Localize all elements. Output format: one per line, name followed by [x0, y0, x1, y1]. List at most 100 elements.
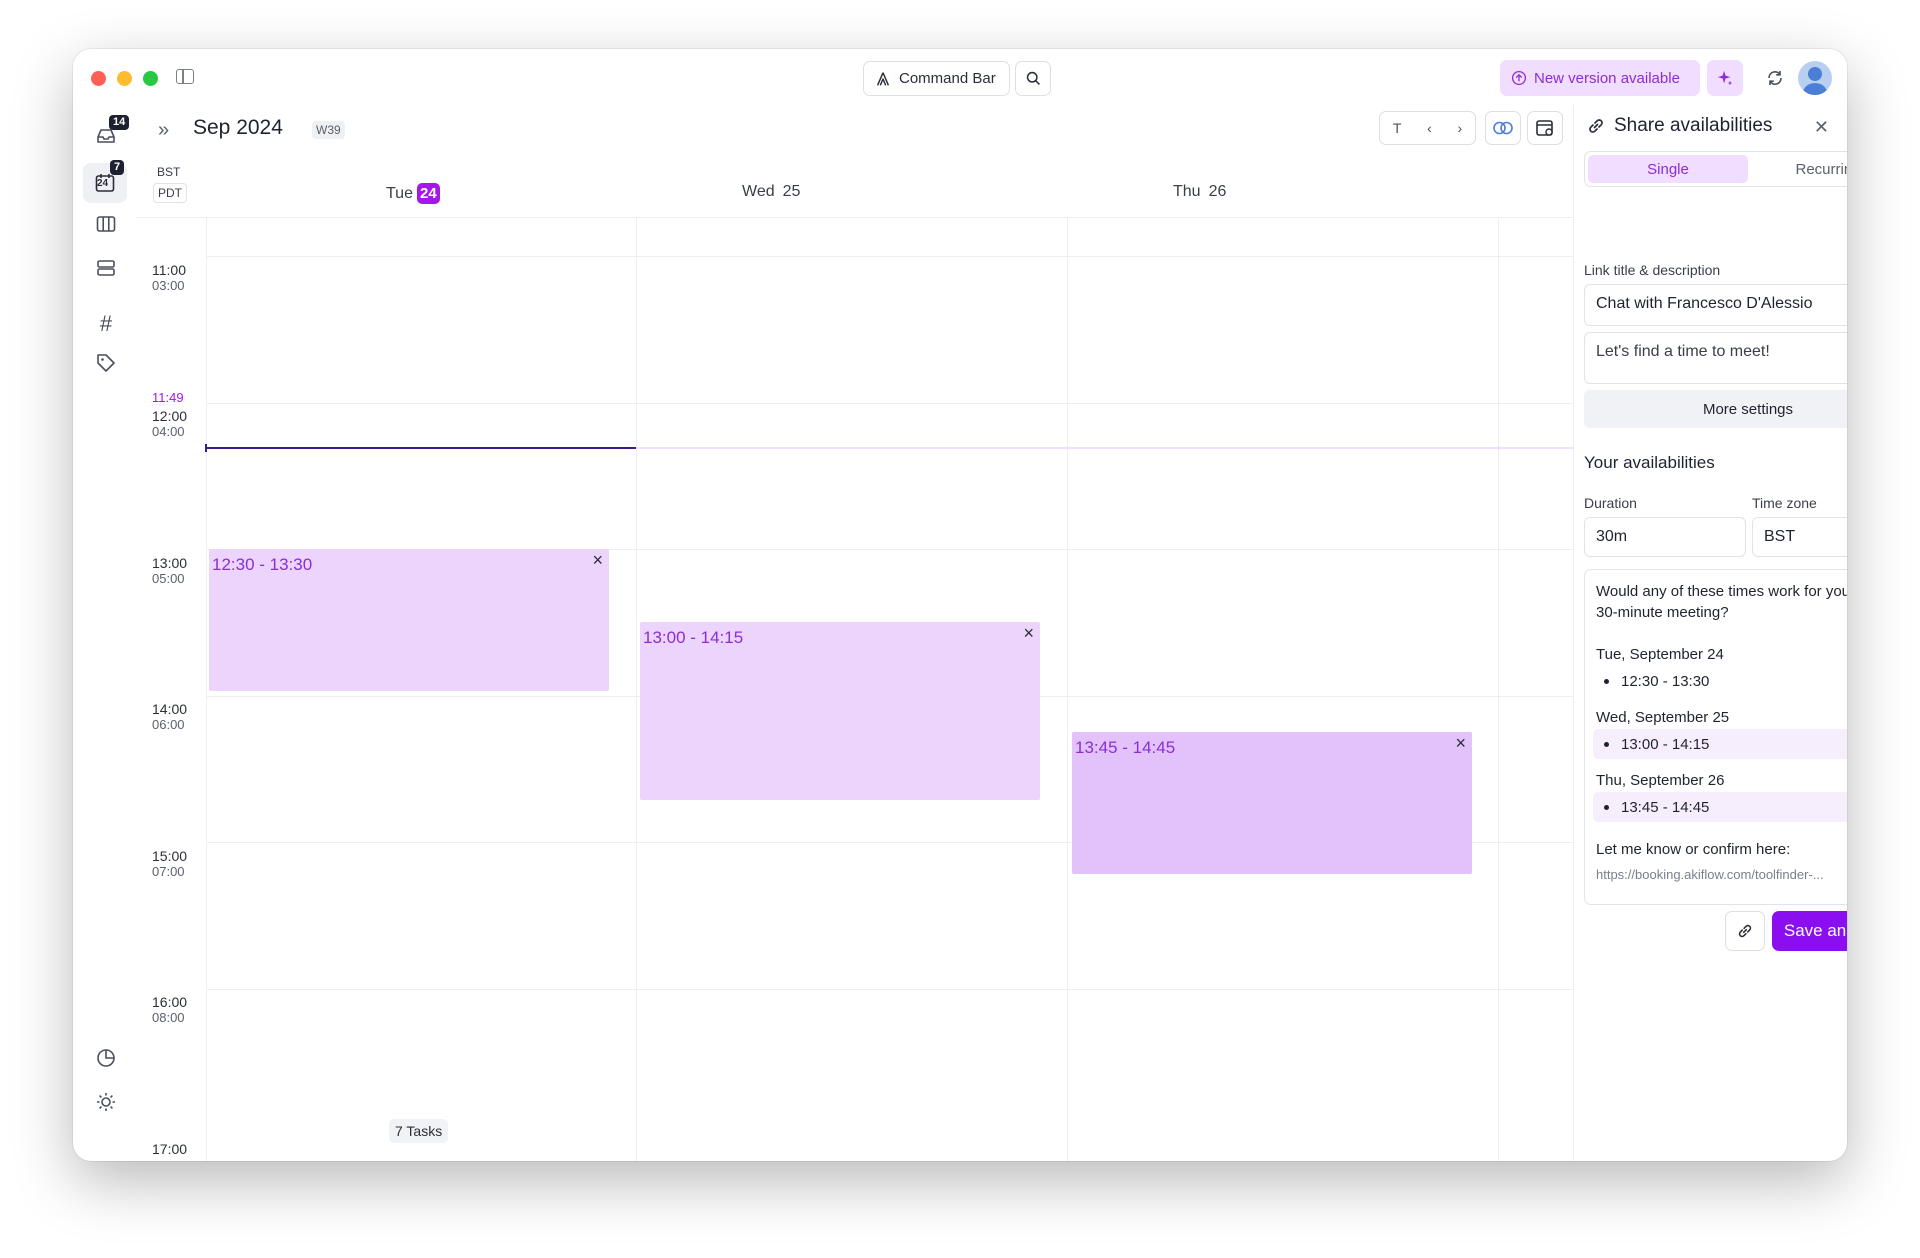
availability-slot[interactable]: 13:00 - 14:15 × [640, 622, 1040, 800]
pie-chart-icon [97, 1049, 115, 1067]
day-header: BST PDT Tue 24 Wed 25 Thu 26 [136, 155, 1573, 218]
availability-row[interactable]: 13:00 - 14:15 [1593, 729, 1847, 759]
title-bar: Command Bar New version available [73, 49, 1847, 105]
sidebar-toggle-icon[interactable] [176, 69, 194, 84]
remove-slot-icon[interactable]: × [1023, 624, 1034, 642]
availability-view-button[interactable] [1485, 111, 1521, 145]
command-bar-button[interactable]: Command Bar [863, 61, 1010, 96]
day-header-wed[interactable]: Wed 25 [742, 183, 800, 201]
calendar-gear-icon [1536, 120, 1553, 136]
rail-today[interactable]: 24 7 [83, 160, 127, 203]
tab-recurring[interactable]: Recurring [1748, 155, 1847, 183]
rail-inbox[interactable]: 14 [91, 115, 130, 151]
day-header-tue[interactable]: Tue 24 [386, 183, 440, 204]
share-availabilities-panel: Share availabilities ✕ Single Recurring … [1573, 105, 1847, 1161]
link-description-input[interactable]: Let's find a time to meet! [1584, 332, 1847, 384]
next-icon[interactable]: › [1457, 120, 1462, 136]
availability-slot[interactable]: 13:45 - 14:45 × [1072, 732, 1472, 874]
day-name: Tue [386, 184, 413, 202]
row-slot-label: 13:00 - 14:15 [1621, 735, 1710, 753]
link-icon [1738, 924, 1752, 938]
message-text: Would any of these times work for you fo… [1596, 583, 1847, 621]
timezone-select[interactable]: BST [1752, 517, 1847, 557]
minimize-window-button[interactable] [117, 71, 132, 86]
search-button[interactable] [1015, 61, 1051, 96]
panel-title-text: Share availabilities [1614, 115, 1773, 136]
app-window: Command Bar New version available 14 24 … [73, 49, 1847, 1161]
more-settings-button[interactable]: More settings [1584, 390, 1847, 428]
prev-icon[interactable]: ‹ [1427, 120, 1432, 136]
sync-button[interactable] [1762, 65, 1788, 91]
more-settings-label: More settings [1702, 400, 1794, 418]
month-title: Sep 2024 [193, 116, 283, 139]
close-icon[interactable]: ✕ [1814, 117, 1829, 138]
new-version-label: New version available [1534, 69, 1680, 87]
zoom-window-button[interactable] [143, 71, 158, 86]
rail-board[interactable] [91, 209, 121, 239]
rail-tags[interactable] [91, 348, 121, 378]
mode-toggle: Single Recurring [1584, 151, 1847, 187]
day-name: Wed [742, 183, 775, 200]
slot-label: 12:30 - 13:30 [212, 555, 313, 574]
command-icon [876, 71, 890, 86]
rail-list[interactable] [91, 253, 121, 283]
linked-rings-icon [1493, 121, 1513, 135]
panel-title: Share availabilities [1586, 115, 1772, 137]
today-icon-number: 24 [97, 178, 109, 189]
rail-theme[interactable] [91, 1087, 121, 1117]
arrow-up-circle-icon [1511, 70, 1527, 86]
ai-sparkle-button[interactable] [1707, 60, 1743, 96]
availability-row[interactable]: 12:30 - 13:30 [1593, 666, 1847, 696]
calendar-settings-button[interactable] [1527, 111, 1563, 145]
slot-label: 13:45 - 14:45 [1075, 738, 1176, 757]
save-and-copy-button[interactable]: Save and Copy [1772, 911, 1847, 951]
copy-link-button[interactable] [1725, 911, 1765, 951]
hour-line [206, 403, 1573, 404]
tag-icon [97, 354, 115, 372]
bullet [1604, 804, 1609, 810]
close-window-button[interactable] [91, 71, 106, 86]
link-title-input[interactable]: Chat with Francesco D'Alessio [1584, 284, 1847, 326]
rail-analytics[interactable] [91, 1043, 121, 1073]
section-title: Your availabilities [1584, 453, 1715, 472]
link-icon [1589, 119, 1603, 133]
duration-select[interactable]: 30m [1584, 517, 1746, 557]
day-number: 25 [782, 183, 801, 200]
bullet [1604, 741, 1609, 747]
tasks-count-chip[interactable]: 7 Tasks [389, 1119, 449, 1143]
rail-hash-icon[interactable]: # [91, 309, 121, 339]
hour-label: 17:00 [152, 1141, 188, 1157]
hour-line [206, 989, 1573, 990]
today-button[interactable]: T [1393, 120, 1402, 136]
now-time-label: 11:49 [152, 390, 184, 405]
new-version-button[interactable]: New version available [1500, 60, 1700, 96]
calendar-grid[interactable]: 11:00 03:00 11:49 12:00 04:00 13:00 05:00 1… [136, 218, 1573, 1161]
confirm-text: Let me know or confirm here: [1596, 841, 1791, 858]
day-header-thu[interactable]: Thu 26 [1173, 183, 1226, 201]
timezone-primary: BST [153, 163, 185, 181]
calendar-header: » Sep 2024 W39 T ‹ › [136, 105, 1573, 155]
today-badge: 7 [110, 160, 125, 175]
stack-icon [97, 260, 115, 276]
sun-icon [97, 1093, 115, 1111]
remove-slot-icon[interactable]: × [592, 551, 603, 569]
user-avatar[interactable] [1798, 61, 1832, 95]
availability-message-box[interactable]: Would any of these times work for you fo… [1584, 569, 1847, 905]
group-day-label: Tue, September 24 [1596, 646, 1724, 663]
booking-url[interactable]: https://booking.akiflow.com/toolfinder-.… [1596, 867, 1847, 882]
row-slot-label: 13:45 - 14:45 [1621, 798, 1710, 816]
tab-single[interactable]: Single [1588, 155, 1748, 183]
availability-slot[interactable]: 12:30 - 13:30 × [209, 549, 609, 691]
expand-chevrons-icon[interactable]: » [158, 119, 169, 142]
search-icon [1026, 71, 1040, 85]
availability-row[interactable]: 13:45 - 14:45 [1593, 792, 1847, 822]
timezone-secondary[interactable]: PDT [153, 183, 187, 203]
hour-label: 11:00 03:00 [152, 262, 186, 294]
hour-line [206, 256, 1573, 257]
hour-label: 13:00 05:00 [152, 555, 188, 587]
grid-column-divider [1067, 218, 1068, 1161]
hour-label: 14:00 06:00 [152, 701, 188, 733]
row-slot-label: 12:30 - 13:30 [1621, 672, 1710, 690]
group-day-label: Thu, September 26 [1596, 772, 1725, 789]
remove-slot-icon[interactable]: × [1455, 734, 1466, 752]
